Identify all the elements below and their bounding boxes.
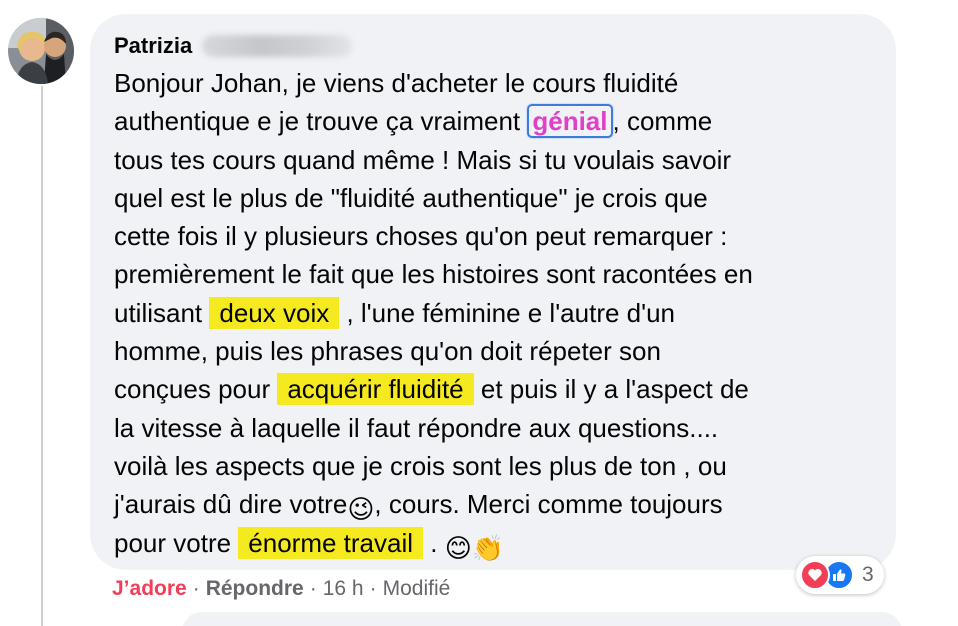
comment-line: premièrement le fait que les histoires s… [114, 259, 753, 290]
love-reaction-button[interactable]: J’adore [112, 577, 187, 601]
edited-label[interactable]: Modifié [383, 577, 451, 601]
comment-line: cette fois il y plusieurs choses qu'on p… [114, 221, 728, 252]
avatar[interactable] [8, 18, 74, 84]
love-icon [800, 560, 830, 590]
highlight-acquerir-fluidite: acquérir fluidité [277, 373, 474, 406]
thread-line [41, 86, 43, 626]
comment-line: conçues pour acquérir fluidité et puis i… [114, 373, 749, 406]
separator: · [192, 577, 200, 600]
comment-line: pour votre énorme travail . 😊👏 [114, 524, 889, 563]
smile-clap-emoji-icon: 😊👏 [444, 532, 505, 563]
comment-line: tous tes cours quand même ! Mais si tu v… [114, 144, 732, 175]
comment-actions: J’adore · Répondre · 16 h · Modifié [112, 574, 450, 604]
comment-line: voilà les aspects que je crois sont les … [114, 450, 727, 481]
reactions-summary[interactable]: 3 [796, 556, 884, 594]
reply-button[interactable]: Répondre [206, 577, 304, 601]
highlight-enorme-travail: énorme travail [238, 526, 424, 559]
comment-line: authentique e je trouve ça vraiment géni… [114, 104, 713, 139]
comment-author: Patrizia [114, 30, 353, 62]
avatar-photo-icon [8, 18, 74, 84]
comment-line: j'aurais dû dire votre😉, cours. Merci co… [114, 485, 889, 524]
comment-line: Bonjour Johan, je viens d'acheter le cou… [114, 68, 679, 98]
separator: · [369, 577, 377, 600]
comment-text: Bonjour Johan, je viens d'acheter le cou… [114, 64, 889, 563]
separator: · [309, 577, 317, 600]
highlighted-word-genial: génial [527, 104, 613, 139]
comment-line: homme, puis les phrases qu'on doit répet… [114, 336, 661, 367]
reply-input-partial[interactable] [182, 612, 902, 626]
highlight-deux-voix: deux voix [209, 296, 340, 329]
wink-emoji-icon: 😉 [347, 494, 375, 525]
comment-timestamp[interactable]: 16 h [323, 577, 364, 601]
comment-line: quel est le plus de "fluidité authentiqu… [114, 182, 708, 213]
comment-line: utilisant deux voix , l'une féminine e l… [114, 296, 675, 329]
author-name[interactable]: Patrizia [114, 33, 192, 59]
comment-line: la vitesse à laquelle il faut répondre a… [114, 412, 719, 443]
reaction-count: 3 [862, 563, 874, 586]
redacted-surname [202, 35, 353, 57]
